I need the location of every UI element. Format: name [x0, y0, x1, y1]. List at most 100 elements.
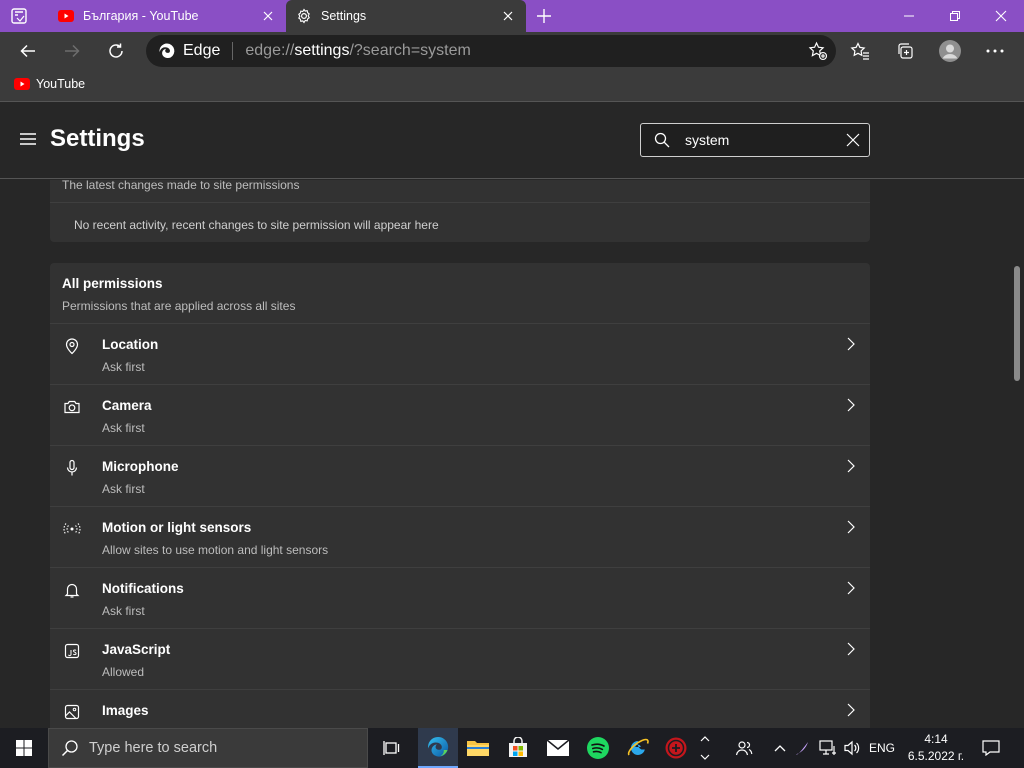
- profile-avatar-icon[interactable]: [936, 37, 964, 65]
- recent-activity-card: The latest changes made to site permissi…: [50, 180, 870, 242]
- back-icon[interactable]: [14, 37, 42, 65]
- microsoft-store-icon[interactable]: [498, 728, 538, 768]
- clear-search-icon[interactable]: [846, 133, 860, 147]
- permission-title: JavaScript: [102, 642, 171, 657]
- edge-taskbar-icon[interactable]: [418, 728, 458, 768]
- mail-icon[interactable]: [538, 728, 578, 768]
- system-clock[interactable]: 4:14 6.5.2022 г.: [898, 731, 974, 765]
- permission-title: Images: [102, 703, 149, 718]
- permission-title: Motion or light sensors: [102, 520, 252, 535]
- chevron-right-icon: [846, 458, 856, 474]
- permission-motion-sensors[interactable]: Motion or light sensors Allow sites to u…: [50, 506, 870, 567]
- chevron-right-icon: [846, 580, 856, 596]
- taskbar-scroll-icon[interactable]: [696, 728, 714, 768]
- chevron-right-icon: [846, 641, 856, 657]
- internet-explorer-icon[interactable]: [618, 728, 658, 768]
- favorite-youtube[interactable]: YouTube: [14, 77, 85, 91]
- permission-subtitle: Ask first: [102, 421, 145, 435]
- add-favorite-icon[interactable]: [808, 41, 828, 61]
- tab-strip: България - YouTube Settings: [0, 0, 1024, 32]
- network-icon[interactable]: [816, 728, 840, 768]
- chevron-up-icon[interactable]: [770, 728, 790, 768]
- youtube-icon: [14, 78, 30, 90]
- edge-logo-icon: [158, 42, 176, 60]
- page-scrollbar[interactable]: [1014, 266, 1020, 381]
- close-window-icon[interactable]: [978, 0, 1024, 32]
- tab-settings[interactable]: Settings: [286, 0, 526, 32]
- tab-title: България - YouTube: [83, 9, 199, 23]
- javascript-icon: [63, 642, 81, 660]
- address-bar[interactable]: Edge edge://settings/?search=system: [146, 35, 836, 67]
- minimize-icon[interactable]: [886, 0, 932, 32]
- taskbar-search-placeholder: Type here to search: [89, 740, 218, 756]
- permission-microphone[interactable]: Microphone Ask first: [50, 445, 870, 506]
- search-input[interactable]: [685, 132, 835, 148]
- settings-content: The latest changes made to site permissi…: [0, 180, 1024, 728]
- chevron-right-icon: [846, 397, 856, 413]
- language-indicator[interactable]: ENG: [866, 728, 898, 768]
- close-tab-icon[interactable]: [500, 8, 516, 24]
- image-icon: [63, 703, 81, 721]
- refresh-icon[interactable]: [102, 37, 130, 65]
- search-icon: [654, 132, 670, 148]
- tab-actions-icon[interactable]: [10, 7, 30, 25]
- divider: [50, 202, 870, 203]
- section-description: Permissions that are applied across all …: [62, 299, 296, 313]
- close-tab-icon[interactable]: [260, 8, 276, 24]
- new-tab-icon[interactable]: [534, 6, 554, 26]
- permission-subtitle: Allow sites to use motion and light sens…: [102, 543, 329, 557]
- restore-icon[interactable]: [932, 0, 978, 32]
- permission-title: Microphone: [102, 459, 179, 474]
- tab-title: Settings: [321, 9, 367, 23]
- forward-icon[interactable]: [58, 37, 86, 65]
- location-pin-icon: [63, 337, 81, 355]
- task-view-icon[interactable]: [372, 728, 412, 768]
- windows-start-icon[interactable]: [0, 728, 48, 768]
- address-separator: [232, 42, 234, 60]
- antivirus-icon[interactable]: [656, 728, 696, 768]
- browser-toolbar: Edge edge://settings/?search=system: [0, 32, 1024, 70]
- taskbar-search-box[interactable]: Type here to search: [48, 728, 368, 768]
- recent-activity-empty: No recent activity, recent changes to si…: [74, 218, 439, 232]
- microphone-icon: [63, 459, 81, 477]
- favorite-label: YouTube: [36, 77, 86, 91]
- permission-notifications[interactable]: Notifications Ask first: [50, 567, 870, 628]
- collections-icon[interactable]: [891, 37, 919, 65]
- url-text: edge://settings/?search=system: [245, 42, 471, 59]
- chevron-right-icon: [846, 519, 856, 535]
- permission-subtitle: Ask first: [102, 360, 145, 374]
- people-icon[interactable]: [730, 728, 758, 768]
- permission-camera[interactable]: Camera Ask first: [50, 384, 870, 445]
- settings-search-box: [640, 123, 870, 157]
- file-explorer-icon[interactable]: [458, 728, 498, 768]
- more-options-icon[interactable]: [981, 37, 1009, 65]
- menu-icon[interactable]: [20, 133, 36, 145]
- permission-location[interactable]: Location Ask first: [50, 323, 870, 384]
- permission-images[interactable]: Images: [50, 689, 870, 728]
- all-permissions-card: All permissions Permissions that are app…: [50, 263, 870, 728]
- permission-title: Camera: [102, 398, 152, 413]
- section-title: All permissions: [62, 276, 163, 291]
- camera-icon: [63, 398, 81, 416]
- gear-icon: [296, 8, 312, 24]
- sensor-icon: [63, 520, 81, 538]
- bell-icon: [63, 581, 81, 599]
- notifications-icon[interactable]: [978, 728, 1004, 768]
- chevron-right-icon: [846, 702, 856, 718]
- favorites-icon[interactable]: [846, 37, 874, 65]
- permission-subtitle: Ask first: [102, 604, 145, 618]
- spotify-icon[interactable]: [578, 728, 618, 768]
- pen-icon[interactable]: [792, 728, 814, 768]
- settings-header: Settings: [0, 103, 1024, 179]
- tab-youtube[interactable]: България - YouTube: [48, 0, 286, 32]
- volume-icon[interactable]: [840, 728, 864, 768]
- search-icon: [61, 739, 79, 757]
- edge-label: Edge: [183, 42, 221, 59]
- recent-activity-description: The latest changes made to site permissi…: [62, 180, 300, 192]
- clock-date: 6.5.2022 г.: [907, 749, 965, 763]
- permission-subtitle: Allowed: [102, 665, 145, 679]
- permission-title: Location: [102, 337, 159, 352]
- permission-javascript[interactable]: JavaScript Allowed: [50, 628, 870, 689]
- favorites-bar: YouTube: [0, 70, 1024, 102]
- clock-time: 4:14: [924, 732, 948, 746]
